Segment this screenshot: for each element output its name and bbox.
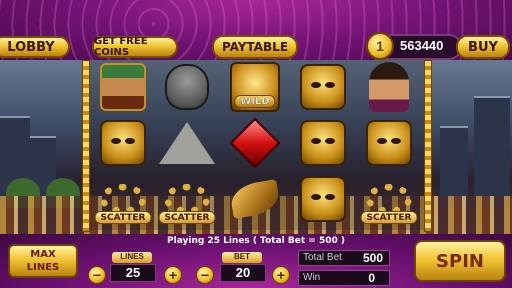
lines-value: 25 bbox=[110, 264, 156, 282]
coin-icon: 1 bbox=[366, 32, 394, 60]
reel-symbol-pyramid bbox=[156, 116, 218, 170]
reel-symbol-ruby bbox=[224, 116, 286, 170]
coin-balance: 563440 bbox=[400, 38, 444, 53]
total-bet-value: 500 bbox=[362, 251, 383, 265]
win-value: 0 bbox=[368, 271, 375, 285]
reel-symbol-mask bbox=[292, 60, 354, 114]
reel-symbol-mask bbox=[92, 116, 154, 170]
scatter-label: SCATTER bbox=[360, 211, 418, 224]
lines-decrease-button[interactable]: − bbox=[88, 266, 106, 284]
total-bet-display: Total Bet 500 bbox=[298, 250, 390, 266]
lines-increase-button[interactable]: + bbox=[164, 266, 182, 284]
win-label: Win bbox=[303, 272, 321, 283]
reel-symbol-warrior bbox=[92, 60, 154, 114]
reel-symbol-mask bbox=[358, 116, 420, 170]
scatter-label: SCATTER bbox=[158, 211, 216, 224]
max-lines-label-2: LINES bbox=[26, 262, 60, 273]
bet-decrease-button[interactable]: − bbox=[196, 266, 214, 284]
building bbox=[474, 96, 510, 206]
paytable-button[interactable]: PAYTABLE bbox=[212, 35, 298, 59]
max-lines-label-1: MAX bbox=[30, 249, 56, 260]
reel-symbol-wild: WILD bbox=[224, 60, 286, 114]
max-lines-button[interactable]: MAX LINES bbox=[8, 244, 78, 278]
reel-symbol-scatter: SCATTER bbox=[92, 172, 154, 226]
reel-rail-left bbox=[82, 60, 90, 232]
reel-symbol-mask bbox=[292, 116, 354, 170]
wild-label: WILD bbox=[234, 95, 276, 108]
get-free-coins-button[interactable]: GET FREE COINS bbox=[92, 36, 178, 58]
scatter-label: SCATTER bbox=[94, 211, 152, 224]
bet-value: 20 bbox=[220, 264, 266, 282]
status-text: Playing 25 Lines ( Total Bet = 500 ) bbox=[167, 236, 345, 246]
buy-button[interactable]: BUY bbox=[456, 35, 510, 59]
reel-symbol-stone-face bbox=[156, 60, 218, 114]
reel-symbol-scatter: SCATTER bbox=[156, 172, 218, 226]
lines-label: LINES bbox=[112, 252, 152, 263]
reel-symbol-mask bbox=[292, 172, 354, 226]
lobby-button[interactable]: LOBBY bbox=[0, 36, 70, 58]
bet-label: BET bbox=[222, 252, 262, 263]
reel-rail-right bbox=[424, 60, 432, 232]
building bbox=[440, 126, 468, 206]
reel-symbol-eagle bbox=[224, 172, 286, 226]
reel-symbol-scatter: SCATTER bbox=[358, 172, 420, 226]
reel-symbol-woman bbox=[358, 60, 420, 114]
total-bet-label: Total Bet bbox=[303, 252, 342, 263]
spin-button[interactable]: SPIN bbox=[414, 240, 506, 282]
win-display: Win 0 bbox=[298, 270, 390, 286]
bet-increase-button[interactable]: + bbox=[272, 266, 290, 284]
